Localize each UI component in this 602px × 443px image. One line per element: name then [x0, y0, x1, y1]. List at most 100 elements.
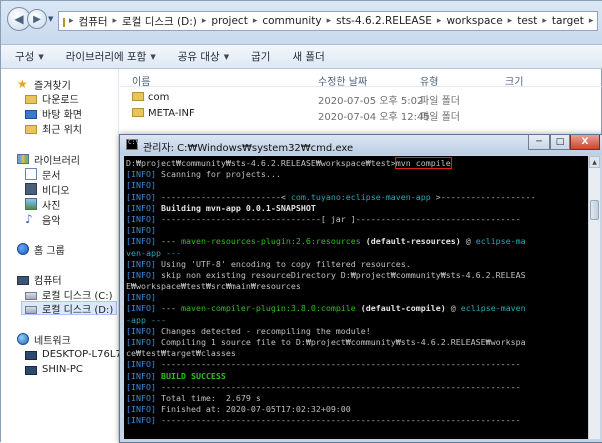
column-name[interactable]: 이름	[132, 73, 150, 88]
column-size[interactable]: 크기	[505, 73, 523, 88]
nav-pictures[interactable]: 사진	[25, 197, 60, 212]
nav-computer[interactable]: 컴퓨터	[17, 272, 62, 287]
forward-button[interactable]: ▶	[27, 9, 47, 29]
prompt-line: D:₩project₩community₩sts-4.6.2.RELEASE₩w…	[126, 157, 452, 169]
nav-favorites[interactable]: ★ 즐겨찾기	[17, 77, 71, 92]
computer-icon	[25, 365, 37, 375]
new-folder-button[interactable]: 새 폴더	[292, 49, 324, 64]
console-line: ce₩test₩target₩classes	[126, 348, 236, 359]
drive-icon	[25, 291, 37, 300]
close-button[interactable]: X	[570, 135, 600, 150]
maximize-button[interactable]: □	[550, 135, 570, 150]
document-icon	[25, 168, 37, 180]
recent-places-icon	[25, 124, 37, 134]
console-line: E₩workspace₩test₩src₩main₩resources	[126, 281, 301, 292]
breadcrumb-item[interactable]: community	[262, 15, 321, 27]
homegroup-icon	[17, 243, 29, 255]
chevron-down-icon: ▼	[223, 52, 230, 61]
console-line: [INFO] Scanning for projects...	[126, 169, 281, 180]
console-line: [INFO] Using 'UTF-8' encoding to copy fi…	[126, 258, 411, 269]
address-bar-area: ◀ ▶ ▼ ▸ 컴퓨터 ▸ 로컬 디스크 (D:) ▸ project ▸ commu…	[1, 1, 602, 45]
build-success-line: [INFO] BUILD SUCCESS	[126, 370, 226, 381]
console-line: [INFO] ---------------------------------…	[126, 359, 521, 370]
console-line: [INFO] --- maven-resources-plugin:2.6:re…	[126, 236, 526, 247]
folder-icon	[132, 92, 144, 101]
nav-videos[interactable]: 비디오	[25, 182, 70, 197]
console-line: [INFO] Changes detected - recompiling th…	[126, 325, 371, 336]
console-scrollbar[interactable]: ▲	[588, 156, 600, 439]
console-line: [INFO] skip non existing resourceDirecto…	[126, 269, 526, 280]
console-line: [INFO] ---------------------------------…	[126, 415, 521, 426]
star-icon: ★	[17, 77, 28, 91]
music-icon: ♪	[25, 212, 33, 226]
nav-network[interactable]: 네트워크	[17, 332, 71, 347]
column-type[interactable]: 유형	[420, 73, 438, 88]
breadcrumb-item[interactable]: target	[552, 15, 584, 27]
column-date[interactable]: 수정한 날짜	[318, 73, 367, 88]
video-icon	[25, 183, 37, 195]
console-line: [INFO] Finished at: 2020-07-05T17:02:32+…	[126, 404, 351, 415]
scroll-thumb[interactable]	[590, 200, 599, 220]
address-field[interactable]: ▸ 컴퓨터 ▸ 로컬 디스크 (D:) ▸ project ▸ community ▸ …	[58, 11, 598, 31]
burn-button[interactable]: 굽기	[251, 49, 270, 64]
breadcrumb-item[interactable]: 컴퓨터	[79, 14, 108, 29]
console-line: [INFO] Building mvn-app 0.0.1-SNAPSHOT	[126, 202, 316, 213]
desktop-icon	[25, 109, 37, 119]
nav-music[interactable]: ♪ 음악	[25, 212, 60, 227]
console-line: -app ---	[126, 314, 166, 325]
breadcrumb-item[interactable]: 로컬 디스크 (D:)	[122, 14, 197, 29]
nav-drive-d[interactable]: 로컬 디스크 (D:)	[21, 301, 117, 316]
organize-button[interactable]: 구성 ▼	[15, 49, 44, 64]
breadcrumb-item[interactable]: test	[517, 15, 537, 27]
console-line: [INFO] Total time: 2.679 s	[126, 392, 261, 403]
breadcrumb-item[interactable]: project	[211, 15, 247, 27]
console-line: [INFO] ---------------------------------…	[126, 381, 521, 392]
network-icon	[17, 333, 29, 345]
file-row[interactable]: com 2020-07-05 오후 5:02 파일 폴더	[120, 91, 602, 107]
chevron-down-icon: ▼	[38, 52, 44, 61]
file-list-header: 이름 수정한 날짜 유형 크기	[120, 69, 602, 88]
console-line: ven-app ---	[126, 247, 181, 258]
breadcrumb-item[interactable]: workspace	[446, 15, 502, 27]
computer-icon	[25, 350, 37, 360]
cmd-icon	[126, 139, 139, 150]
console-line: [INFO] --------------------------------[…	[126, 213, 521, 224]
nav-recent[interactable]: 최근 위치	[25, 121, 82, 136]
downloads-folder-icon	[25, 94, 37, 104]
nav-desktop[interactable]: 바탕 화면	[25, 106, 82, 121]
cmd-window[interactable]: 관리자: C:₩Windows₩system32₩cmd.exe ─ □ X D…	[119, 134, 602, 443]
nav-downloads[interactable]: 다운로드	[25, 91, 79, 106]
chevron-down-icon: ▼	[150, 52, 156, 61]
console-line: [INFO]	[126, 292, 156, 303]
minimize-button[interactable]: ─	[528, 135, 550, 150]
share-with-button[interactable]: 공유 대상 ▼	[178, 49, 229, 64]
folder-icon	[132, 108, 144, 117]
console-line: [INFO]	[126, 180, 156, 191]
file-row[interactable]: META-INF 2020-07-04 오후 12:45 파일 폴더	[120, 107, 602, 123]
drive-icon	[25, 305, 37, 314]
console-line: [INFO] ------------------------< com.tuy…	[126, 191, 536, 202]
scroll-up-icon[interactable]: ▲	[589, 156, 600, 168]
nav-network-host[interactable]: SHIN-PC	[25, 362, 83, 376]
breadcrumb-item[interactable]: sts-4.6.2.RELEASE	[336, 15, 432, 27]
include-in-library-button[interactable]: 라이브러리에 포함 ▼	[66, 49, 156, 64]
navigation-pane: ★ 즐겨찾기 다운로드 바탕 화면 최근 위치 라이브러리 문서 비디오 사진 ♪…	[1, 69, 136, 443]
library-icon	[17, 154, 29, 164]
console-line: [INFO] Compiling 1 source file to D:₩pro…	[126, 337, 526, 347]
nav-drive-c[interactable]: 로컬 디스크 (C:)	[25, 287, 113, 302]
history-dropdown-icon[interactable]: ▼	[48, 15, 53, 23]
console-line: [INFO]	[126, 225, 156, 236]
cmd-title: 관리자: C:₩Windows₩system32₩cmd.exe	[143, 143, 354, 154]
computer-icon	[17, 275, 29, 285]
nav-libraries[interactable]: 라이브러리	[17, 152, 80, 167]
folder-icon	[63, 17, 65, 27]
console-line: [INFO] --- maven-compiler-plugin:3.8.0:c…	[126, 303, 526, 314]
explorer-window: ◀ ▶ ▼ ▸ 컴퓨터 ▸ 로컬 디스크 (D:) ▸ project ▸ commu…	[0, 0, 602, 443]
picture-icon	[25, 198, 37, 210]
console-output[interactable]: D:₩project₩community₩sts-4.6.2.RELEASE₩w…	[124, 156, 588, 439]
cmd-titlebar[interactable]: 관리자: C:₩Windows₩system32₩cmd.exe ─ □ X	[120, 135, 602, 155]
nav-documents[interactable]: 문서	[25, 167, 60, 182]
nav-homegroup[interactable]: 홈 그룹	[17, 242, 65, 257]
command-bar: 구성 ▼ 라이브러리에 포함 ▼ 공유 대상 ▼ 굽기 새 폴더	[1, 45, 602, 69]
highlighted-command: mvn compile	[394, 157, 452, 169]
